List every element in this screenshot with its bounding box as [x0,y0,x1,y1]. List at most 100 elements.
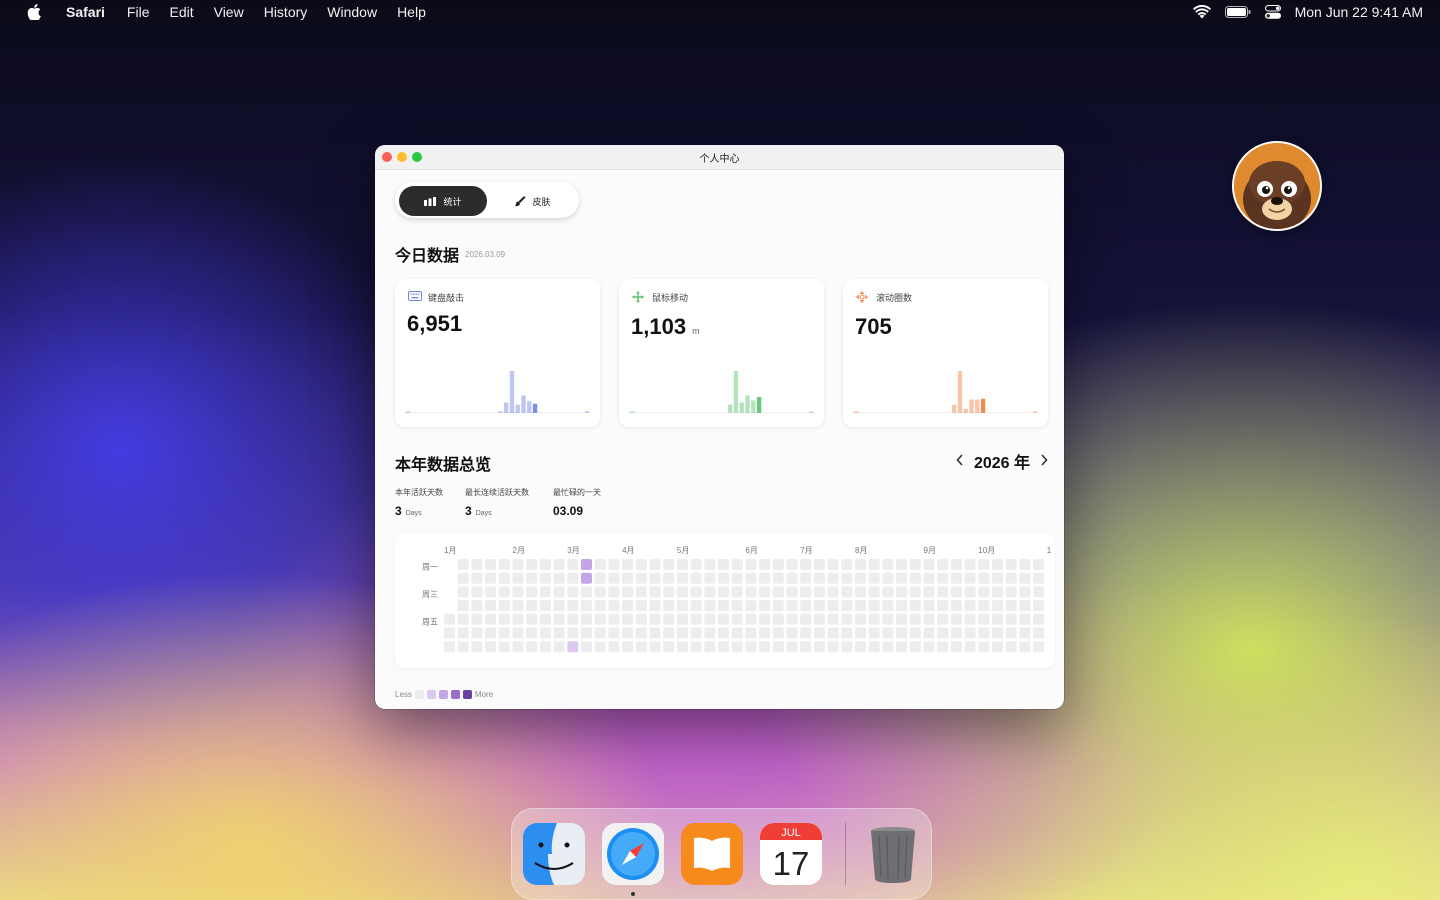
menu-help[interactable]: Help [397,4,426,20]
day-cell [772,627,784,639]
day-cell [759,627,771,639]
menu-app-name[interactable]: Safari [66,4,105,20]
day-cell [526,641,538,653]
day-cell [745,586,757,598]
day-cell [471,627,483,639]
day-cell [841,641,853,653]
dog-face-icon [1234,143,1320,229]
day-cell [896,572,908,584]
books-icon [681,823,743,885]
zoom-button[interactable] [412,152,422,162]
day-cell [731,586,743,598]
day-cell [1033,586,1045,598]
day-cell [800,572,812,584]
day-cell [868,572,880,584]
day-cell [786,627,798,639]
dock-trash[interactable] [862,823,924,885]
day-cell [498,572,510,584]
day-cell [581,586,592,598]
next-year-button[interactable] [1040,453,1048,469]
day-cell [992,586,1003,598]
day-cell [978,627,990,639]
pet-avatar[interactable] [1232,141,1322,231]
day-cell [800,586,812,598]
day-cell [444,641,455,653]
hour-bar [756,397,762,413]
day-cell [882,627,894,639]
dock-calendar[interactable]: JUL 17 [760,823,822,885]
day-cell [444,613,455,625]
window-titlebar[interactable]: 个人中心 [375,145,1064,170]
prev-year-button[interactable] [956,453,964,469]
day-cell [731,600,743,612]
day-cell [526,613,538,625]
menu-file[interactable]: File [127,4,150,20]
tab-stats-label: 统计 [443,196,462,207]
day-cell [676,559,688,570]
hour-bar [509,371,515,413]
day-cell [964,572,976,584]
day-cell [539,572,551,584]
traffic-lights [382,152,422,162]
day-cell [471,641,483,653]
day-cell [690,586,702,598]
day-cell [553,572,565,584]
weekday-label: 周三 [422,590,438,599]
day-cell [950,613,962,625]
menu-window[interactable]: Window [327,4,377,20]
menu-edit[interactable]: Edit [169,4,193,20]
dock-safari[interactable] [602,823,664,885]
minimize-button[interactable] [397,152,407,162]
day-cell [964,613,976,625]
dock-books[interactable] [681,823,743,885]
day-cell [718,627,729,639]
hour-bar [498,411,503,413]
day-cell [635,641,647,653]
day-cell [553,586,565,598]
day-cell [485,600,497,612]
day-cell [937,600,949,612]
close-button[interactable] [382,152,392,162]
day-cell [855,613,866,625]
day-cell [457,572,469,584]
day-cell [772,586,784,598]
year-navigator: 2026 年 [956,449,1048,473]
day-cell [950,600,962,612]
menu-history[interactable]: History [264,4,308,20]
day-cell [663,559,675,570]
day-cell [759,572,771,584]
menu-view[interactable]: View [214,4,244,20]
day-cell [813,641,825,653]
day-cell [923,641,935,653]
apple-logo-icon[interactable] [27,4,41,20]
tab-stats[interactable]: 统计 [399,186,487,216]
day-cell [649,600,661,612]
day-cell [608,613,620,625]
day-cell [608,627,620,639]
scroll-icon [856,291,868,303]
calendar-icon: JUL 17 [760,823,822,885]
legend-less: Less [395,690,412,699]
day-cell [978,641,990,653]
day-cell [813,627,825,639]
day-cell [731,627,743,639]
wifi-icon[interactable] [1192,5,1211,19]
view-switcher: 统计 皮肤 [395,182,579,218]
day-cell [485,559,497,570]
tab-skin[interactable]: 皮肤 [491,186,575,216]
day-cell [978,586,990,598]
day-cell [1005,613,1017,625]
legend-swatch-1 [426,690,436,699]
day-cell [663,586,675,598]
day-cell [704,613,716,625]
day-cell [855,627,866,639]
day-cell [827,586,839,598]
day-cell [663,641,675,653]
day-cell [553,559,565,570]
menu-clock[interactable]: Mon Jun 22 9:41 AM [1295,4,1423,20]
battery-icon[interactable] [1224,6,1251,18]
day-cell [690,559,702,570]
control-center-icon[interactable] [1264,5,1281,19]
day-cell [759,559,771,570]
dock-finder[interactable] [523,823,585,885]
